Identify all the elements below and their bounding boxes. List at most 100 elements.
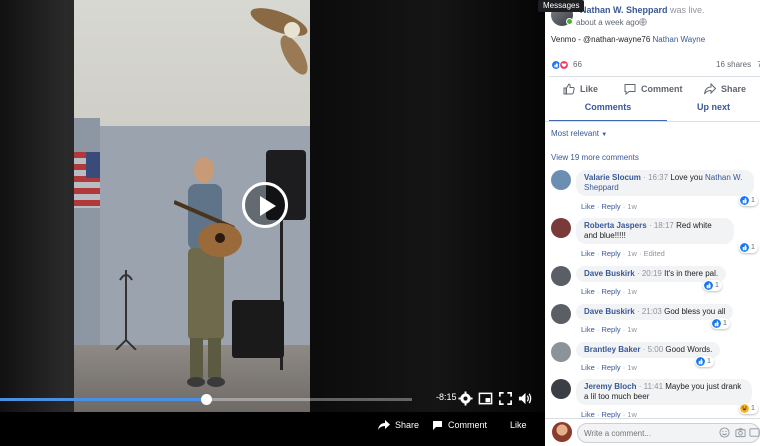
picture-in-picture-icon[interactable]	[478, 391, 493, 406]
comment-reply-link[interactable]: Reply	[601, 202, 620, 211]
scrubber-handle[interactable]	[200, 394, 212, 405]
comment-bubble: Dave Buskirk · 21:03 God bless you all	[576, 304, 734, 320]
comment-author[interactable]: Roberta Jaspers	[584, 221, 647, 230]
emoji-icon[interactable]	[719, 427, 730, 438]
video-comment-label: Comment	[448, 420, 488, 430]
commenter-avatar[interactable]	[551, 304, 571, 324]
comment-button[interactable]: Comment	[624, 83, 683, 95]
comment-video-timestamp[interactable]: 21:03	[642, 307, 662, 316]
comment-age[interactable]: 1w	[627, 325, 637, 334]
comment-like-link[interactable]: Like	[581, 287, 595, 296]
comment-like-link[interactable]: Like	[581, 249, 595, 258]
comment-input[interactable]	[577, 423, 760, 443]
comment-age[interactable]: 1w	[627, 287, 637, 296]
comment-reaction-badge[interactable]: 1	[739, 403, 758, 414]
comment-sort-dropdown[interactable]: Most relevant ▼	[551, 129, 607, 138]
like-button[interactable]: Like	[563, 83, 598, 95]
american-flag	[74, 152, 100, 208]
comment-reaction-count: 1	[751, 405, 755, 412]
love-reaction-icon	[559, 60, 569, 70]
comment-like-link[interactable]: Like	[581, 325, 595, 334]
guitar-stand	[115, 270, 137, 350]
comment-age[interactable]: 1w	[627, 249, 637, 258]
video-player[interactable]: -8:15 Share Comment Like	[0, 0, 545, 446]
current-user-avatar[interactable]	[552, 422, 572, 442]
post-text-mention-link[interactable]: Nathan Wayne	[653, 35, 706, 44]
comment-author[interactable]: Dave Buskirk	[584, 269, 635, 278]
thumbs-up-icon	[563, 83, 575, 95]
comment-author[interactable]: Jeremy Bloch	[584, 382, 636, 391]
comment-text: Love you	[670, 173, 703, 182]
video-like-button[interactable]: Like	[510, 420, 527, 430]
play-icon	[260, 196, 276, 216]
comment-author[interactable]: Dave Buskirk	[584, 307, 635, 316]
progress-scrubber[interactable]	[0, 394, 412, 405]
video-like-label: Like	[510, 420, 527, 430]
commenter-avatar[interactable]	[551, 266, 571, 286]
share-button-label: Share	[721, 84, 747, 94]
comment-like-link[interactable]: Like	[581, 202, 595, 211]
reaction-icons[interactable]	[551, 60, 569, 70]
view-more-comments-link[interactable]: View 19 more comments	[551, 153, 639, 162]
comment-reply-link[interactable]: Reply	[601, 249, 620, 258]
comment-age[interactable]: 1w	[627, 202, 637, 211]
comment-like-link[interactable]: Like	[581, 363, 595, 372]
comment-video-timestamp[interactable]: 5:00	[648, 345, 664, 354]
comment-meta: Like · Reply · 1w · Edited	[581, 249, 665, 258]
comment-meta: Like · Reply · 1w	[581, 287, 637, 296]
comment-meta: Like · Reply · 1w	[581, 202, 637, 211]
gif-icon[interactable]	[749, 427, 760, 438]
comment-reaction-badge[interactable]: 1	[711, 318, 730, 329]
comment-video-timestamp[interactable]: 20:19	[642, 269, 662, 278]
comment-edited-label[interactable]: Edited	[644, 249, 665, 258]
comment-reply-link[interactable]: Reply	[601, 363, 620, 372]
play-button[interactable]	[242, 182, 288, 228]
video-frame[interactable]	[74, 0, 310, 412]
comment-bubble-icon	[433, 421, 442, 430]
comment-composer	[545, 418, 760, 446]
video-action-bar: Share Comment Like	[0, 412, 545, 446]
comment-reaction-count: 1	[715, 282, 719, 289]
comment-text: God bless you all	[664, 307, 726, 316]
like-reaction-icon	[704, 281, 713, 290]
comment-reaction-badge[interactable]: 1	[703, 280, 722, 291]
comment-reaction-badge[interactable]: 1	[739, 195, 758, 206]
post-timestamp[interactable]: about a week ago ·	[576, 18, 644, 27]
camera-icon[interactable]	[735, 427, 746, 438]
post-text-prefix: Venmo - @nathan-wayne76	[551, 35, 651, 44]
comment-video-timestamp[interactable]: 18:17	[654, 221, 674, 230]
comment-meta: Like · Reply · 1w	[581, 363, 637, 372]
comment-reaction-count: 1	[707, 358, 711, 365]
commenter-avatar[interactable]	[551, 342, 571, 362]
comment-reply-link[interactable]: Reply	[601, 287, 620, 296]
ceiling-fan	[250, 8, 308, 75]
comment-bubble: Dave Buskirk · 20:19 It's in there pal.	[576, 266, 727, 282]
commenter-avatar[interactable]	[551, 170, 571, 190]
fullscreen-icon[interactable]	[498, 391, 513, 406]
comment-video-timestamp[interactable]: 11:41	[644, 382, 663, 391]
video-share-label: Share	[395, 420, 420, 430]
tab-up-next[interactable]: Up next	[667, 100, 760, 122]
comment-author[interactable]: Brantley Baker	[584, 345, 640, 354]
commenter-avatar[interactable]	[551, 379, 571, 399]
shares-count[interactable]: 16 shares 75	[716, 60, 760, 69]
tab-comments[interactable]: Comments	[549, 100, 667, 122]
reaction-count[interactable]: 66	[573, 60, 582, 69]
comment-author[interactable]: Valarie Slocum	[584, 173, 641, 182]
comment-video-timestamp[interactable]: 16:37	[648, 173, 668, 182]
time-remaining: -8:15	[436, 392, 457, 402]
comment-reaction-badge[interactable]: 1	[739, 242, 758, 253]
tab-divider	[545, 121, 760, 122]
video-comment-button[interactable]: Comment	[432, 420, 487, 430]
poster-name-link[interactable]: Nathan W. Sheppard	[580, 5, 668, 15]
comment-bubble: Jeremy Bloch · 11:41 Maybe you just dran…	[576, 379, 752, 405]
settings-gear-icon[interactable]	[458, 391, 473, 406]
commenter-avatar[interactable]	[551, 218, 571, 238]
comment-age[interactable]: 1w	[627, 363, 637, 372]
post-action-bar: Like Comment Share	[549, 76, 760, 102]
comment-reply-link[interactable]: Reply	[601, 325, 620, 334]
video-share-button[interactable]: Share	[378, 420, 419, 430]
volume-icon[interactable]	[518, 391, 533, 406]
share-button[interactable]: Share	[704, 83, 746, 95]
comment-reaction-badge[interactable]: 1	[695, 356, 714, 367]
